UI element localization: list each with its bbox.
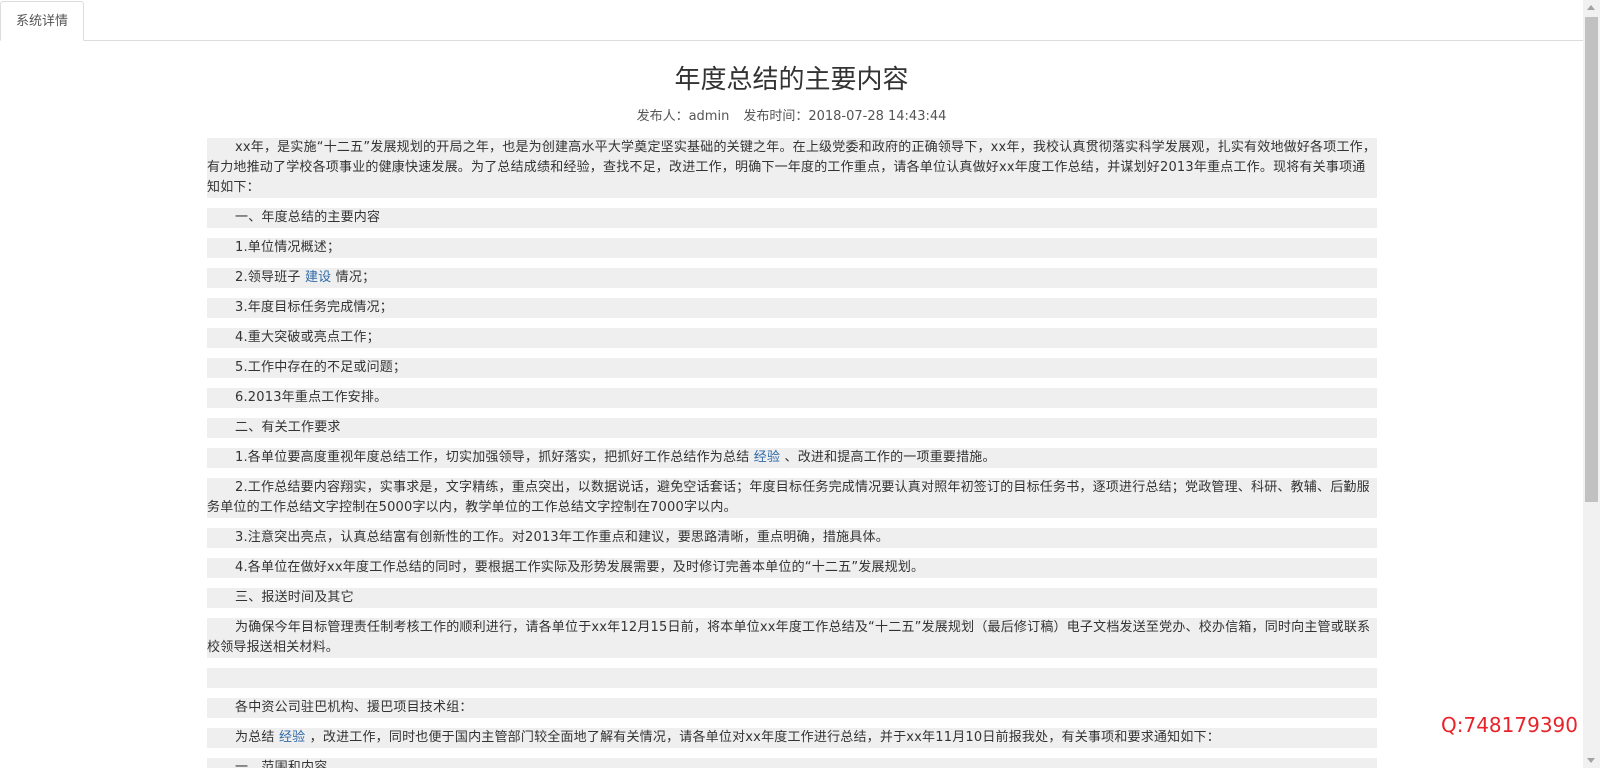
tab-bar: 系统详情 — [0, 0, 1583, 41]
page-title: 年度总结的主要内容 — [674, 65, 909, 95]
publisher-label: 发布人：admin — [636, 109, 730, 124]
tab-system-detail[interactable]: 系统详情 — [0, 1, 85, 41]
article-meta: 发布人：admin 发布时间：2018-07-28 14:43:44 — [0, 107, 1583, 127]
list-item: 6.2013年重点工作安排。 — [207, 388, 1377, 408]
section-heading-2: 二、有关工作要求 — [207, 418, 1377, 438]
publish-time-label: 发布时间：2018-07-28 14:43:44 — [743, 109, 947, 124]
list-item-text: 2.领导班子 — [235, 270, 305, 285]
list-item: 2.工作总结要内容翔实，实事求是，文字精练，重点突出，以数据说话，避免空话套话；… — [207, 478, 1377, 518]
vertical-scrollbar[interactable] — [1583, 0, 1600, 768]
scrollbar-thumb[interactable] — [1585, 17, 1598, 502]
list-item: 2.领导班子 建设 情况； — [207, 268, 1377, 288]
section-heading-1: 一、年度总结的主要内容 — [207, 208, 1377, 228]
list-item-text: 、改进和提高工作的一项重要措施。 — [780, 450, 996, 465]
link-construction[interactable]: 建设 — [305, 270, 331, 285]
section-heading-3: 三、报送时间及其它 — [207, 588, 1377, 608]
paragraph-text: ，改进工作，同时也便于国内主管部门较全面地了解有关情况，请各单位对xx年度工作进… — [305, 730, 1220, 745]
list-item: 3.年度目标任务完成情况； — [207, 298, 1377, 318]
scroll-down-arrow-icon[interactable] — [1587, 758, 1595, 763]
qq-contact-overlay: Q:748179390 — [1441, 713, 1579, 737]
list-item: 4.重大突破或亮点工作； — [207, 328, 1377, 348]
paragraph: 为总结 经验 ，改进工作，同时也便于国内主管部门较全面地了解有关情况，请各单位对… — [207, 728, 1377, 748]
list-item: 1.各单位要高度重视年度总结工作，切实加强领导，抓好落实，把抓好工作总结作为总结… — [207, 448, 1377, 468]
link-experience[interactable]: 经验 — [754, 450, 780, 465]
list-item: 1.单位情况概述； — [207, 238, 1377, 258]
list-item: 3.注意突出亮点，认真总结富有创新性的工作。对2013年工作重点和建议，要思路清… — [207, 528, 1377, 548]
paragraph: 各中资公司驻巴机构、援巴项目技术组： — [207, 698, 1377, 718]
page: 系统详情 年度总结的主要内容 发布人：admin 发布时间：2018-07-28 … — [0, 0, 1600, 768]
article-body: xx年，是实施“十二五”发展规划的开局之年，也是为创建高水平大学奠定坚实基础的关… — [207, 138, 1377, 768]
list-item-text: 情况； — [331, 270, 376, 285]
paragraph-intro: xx年，是实施“十二五”发展规划的开局之年，也是为创建高水平大学奠定坚实基础的关… — [207, 138, 1377, 198]
paragraph-text: 为总结 — [235, 730, 279, 745]
empty-paragraph — [207, 668, 1377, 688]
list-item: 4.各单位在做好xx年度工作总结的同时，要根据工作实际及形势发展需要，及时修订完… — [207, 558, 1377, 578]
scroll-up-arrow-icon[interactable] — [1587, 5, 1595, 10]
list-item: 5.工作中存在的不足或问题； — [207, 358, 1377, 378]
section-heading-4: 一、范围和内容 — [207, 758, 1377, 768]
list-item-text: 1.各单位要高度重视年度总结工作，切实加强领导，抓好落实，把抓好工作总结作为总结 — [235, 450, 754, 465]
link-experience-2[interactable]: 经验 — [279, 730, 305, 745]
paragraph: 为确保今年目标管理责任制考核工作的顺利进行，请各单位于xx年12月15日前，将本… — [207, 618, 1377, 658]
